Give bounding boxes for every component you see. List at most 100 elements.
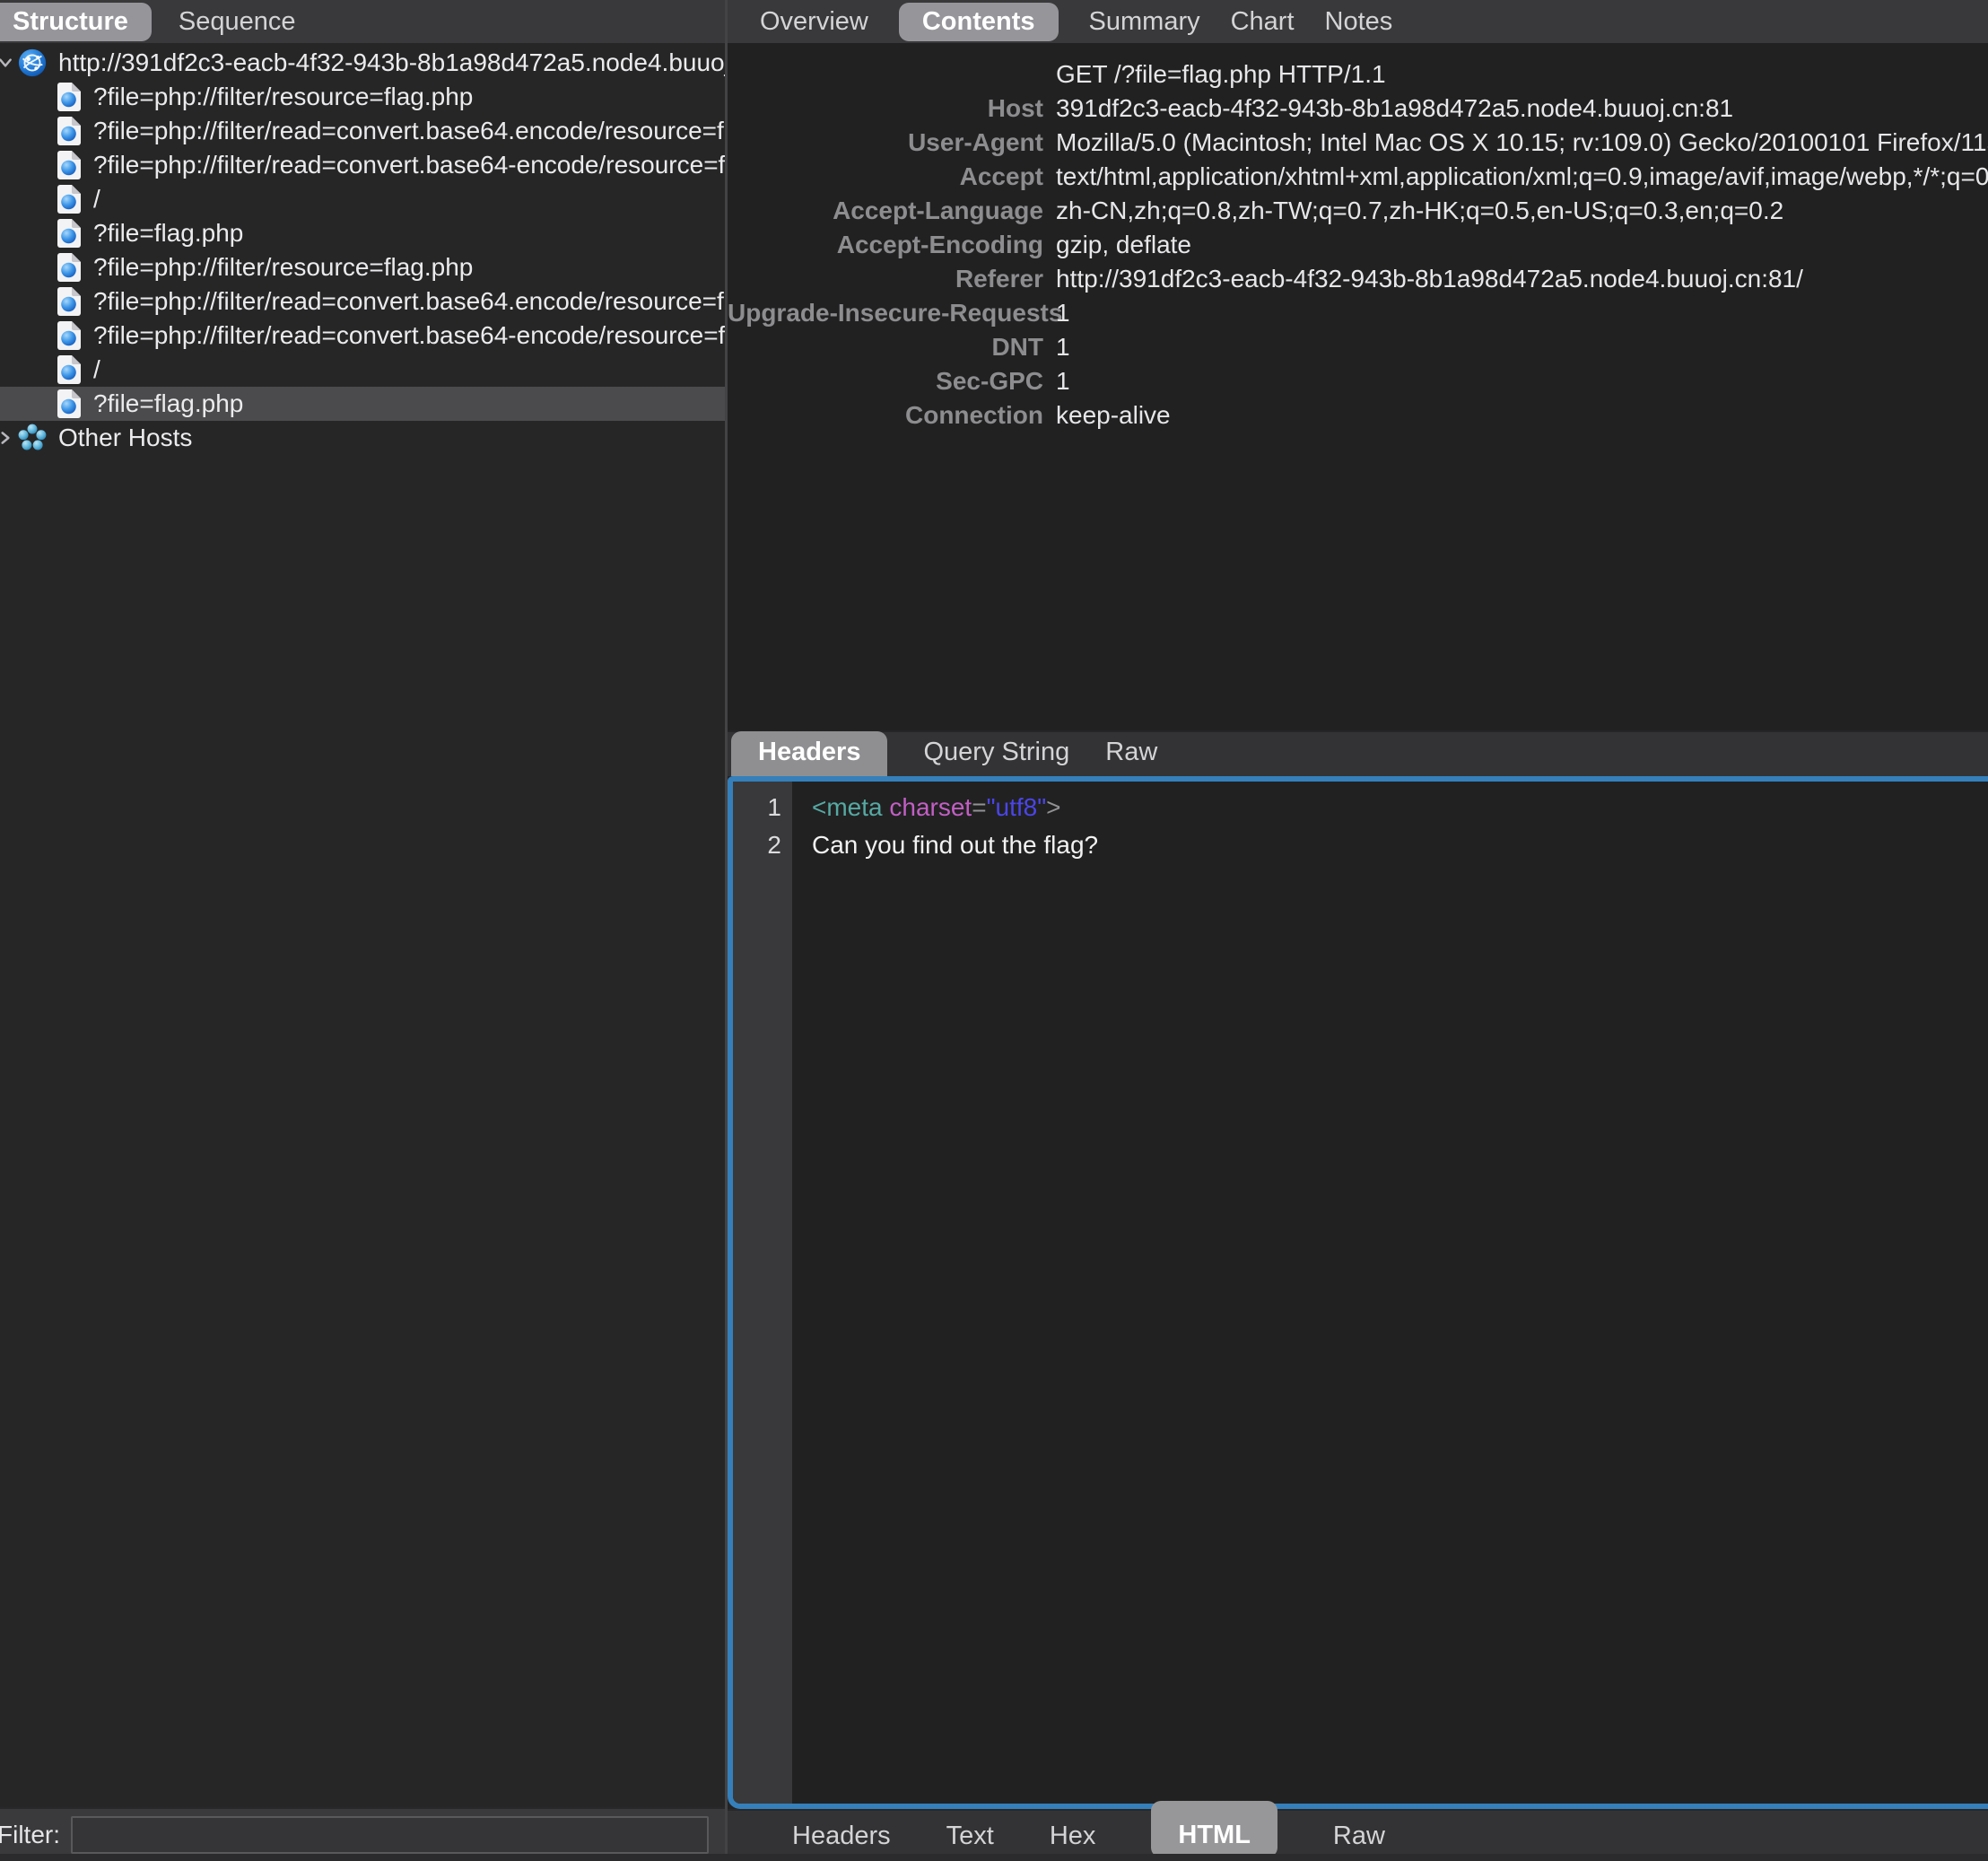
header-value: text/html,application/xhtml+xml,applicat…: [1056, 162, 1988, 191]
document-icon: [57, 185, 81, 214]
document-icon: [57, 117, 81, 145]
request-view-tab-headers[interactable]: Headers: [731, 731, 887, 776]
tree-root-host[interactable]: http://391df2c3-eacb-4f32-943b-8b1a98d47…: [0, 46, 725, 80]
panel-split-handle[interactable]: [725, 0, 728, 1861]
tree-item[interactable]: ?file=php://filter/read=convert.base64.e…: [0, 284, 725, 319]
header-name: Sec-GPC: [728, 367, 1043, 396]
header-value: 1: [1056, 333, 1070, 362]
other-hosts-label: Other Hosts: [58, 424, 192, 452]
response-view-tab-text[interactable]: Text: [946, 1822, 994, 1851]
document-icon: [57, 389, 81, 418]
header-row: Connection keep-alive: [728, 398, 1988, 432]
tree-item-label: ?file=flag.php: [93, 389, 243, 418]
document-icon: [57, 321, 81, 350]
code-text: Can you find out the flag?: [792, 826, 1098, 864]
header-row: Accept-Encoding gzip, deflate: [728, 228, 1988, 262]
tree-item[interactable]: /: [0, 182, 725, 216]
line-number: 1: [733, 789, 792, 826]
tab-overview[interactable]: Overview: [760, 7, 868, 37]
header-name: DNT: [728, 333, 1043, 362]
tree-item[interactable]: /: [0, 353, 725, 387]
header-value: 1: [1056, 367, 1070, 396]
document-icon: [57, 151, 81, 179]
proxy-app-window: Structure Sequence http://391df2c3-eacb-4…: [0, 0, 1988, 1861]
window-bottom-edge: [0, 1854, 1988, 1861]
tree-item[interactable]: ?file=php://filter/read=convert.base64-e…: [0, 319, 725, 353]
cluster-icon: [17, 423, 48, 453]
header-name: Accept: [728, 162, 1043, 191]
document-icon: [57, 253, 81, 282]
header-name: User-Agent: [728, 128, 1043, 157]
tree-other-hosts[interactable]: Other Hosts: [0, 421, 725, 455]
header-value: gzip, deflate: [1056, 231, 1191, 259]
response-view-tab-raw[interactable]: Raw: [1333, 1822, 1385, 1851]
tree-item[interactable]: ?file=php://filter/read=convert.base64-e…: [0, 148, 725, 182]
header-name: Connection: [728, 401, 1043, 430]
document-icon: [57, 287, 81, 316]
header-value: http://391df2c3-eacb-4f32-943b-8b1a98d47…: [1056, 265, 1803, 293]
tree-item-label: /: [93, 185, 100, 214]
chevron-down-icon[interactable]: [0, 55, 13, 71]
header-row: Sec-GPC 1: [728, 364, 1988, 398]
document-icon: [57, 83, 81, 111]
document-icon: [57, 355, 81, 384]
header-row: DNT 1: [728, 330, 1988, 364]
globe-icon: [17, 48, 48, 78]
header-name: Accept-Encoding: [728, 231, 1043, 259]
tree-item[interactable]: ?file=php://filter/resource=flag.php: [0, 80, 725, 114]
header-value: keep-alive: [1056, 401, 1171, 430]
request-headers-view: GET /?file=flag.php HTTP/1.1Host 391df2c3…: [728, 43, 1988, 730]
filter-bar: Filter:: [0, 1807, 725, 1861]
request-view-tab-raw[interactable]: Raw: [1105, 738, 1157, 767]
tab-summary[interactable]: Summary: [1089, 7, 1200, 37]
tab-chart[interactable]: Chart: [1231, 7, 1295, 37]
response-view-tab-hex[interactable]: Hex: [1050, 1822, 1096, 1851]
header-value: zh-CN,zh;q=0.8,zh-TW;q=0.7,zh-HK;q=0.5,e…: [1056, 197, 1783, 225]
tab-structure[interactable]: Structure: [0, 3, 152, 41]
structure-tree: http://391df2c3-eacb-4f32-943b-8b1a98d47…: [0, 43, 725, 1807]
header-row: Host 391df2c3-eacb-4f32-943b-8b1a98d472a5…: [728, 92, 1988, 126]
right-panel: Overview Contents Summary Chart Notes GET /?…: [728, 0, 1988, 1861]
header-name: Host: [728, 94, 1043, 123]
code-text: <meta charset="utf8">: [792, 789, 1061, 826]
tab-notes[interactable]: Notes: [1325, 7, 1393, 37]
code-line: 2Can you find out the flag?: [733, 826, 1988, 864]
header-row: Upgrade-Insecure-Requests1: [728, 296, 1988, 330]
request-line-row: GET /?file=flag.php HTTP/1.1: [728, 57, 1988, 92]
request-view-tabbar: Headers Query String Raw: [728, 730, 1988, 776]
header-value: 391df2c3-eacb-4f32-943b-8b1a98d472a5.nod…: [1056, 94, 1733, 123]
header-name: Accept-Language: [728, 197, 1043, 225]
tree-item[interactable]: ?file=php://filter/read=convert.base64.e…: [0, 114, 725, 148]
tree-item-label: /: [93, 355, 100, 384]
header-row: User-Agent Mozilla/5.0 (Macintosh; Intel …: [728, 126, 1988, 160]
tree-item-label: ?file=php://filter/read=convert.base64-e…: [93, 321, 725, 350]
header-value: Mozilla/5.0 (Macintosh; Intel Mac OS X 1…: [1056, 128, 1988, 157]
line-number: 2: [733, 826, 792, 864]
tree-item[interactable]: ?file=flag.php: [0, 387, 725, 421]
tree-item-label: ?file=php://filter/read=convert.base64-e…: [93, 151, 725, 179]
response-view-tab-headers[interactable]: Headers: [792, 1822, 891, 1851]
header-row: Accept-Language zh-CN,zh;q=0.8,zh-TW;q=0.…: [728, 194, 1988, 228]
chevron-right-icon[interactable]: [0, 430, 13, 446]
code-token: =: [972, 793, 986, 821]
tree-item-label: ?file=php://filter/read=convert.base64.e…: [93, 117, 725, 145]
response-body-editor[interactable]: 1<meta charset="utf8">2Can you find out …: [728, 776, 1988, 1809]
tree-item[interactable]: ?file=flag.php: [0, 216, 725, 250]
tree-item-label: ?file=php://filter/resource=flag.php: [93, 253, 473, 282]
left-tabbar: Structure Sequence: [0, 0, 725, 43]
response-body-code: 1<meta charset="utf8">2Can you find out …: [733, 782, 1988, 1804]
response-view-tab-html[interactable]: HTML: [1151, 1815, 1277, 1857]
header-name: Referer: [728, 265, 1043, 293]
tree-item[interactable]: ?file=php://filter/resource=flag.php: [0, 250, 725, 284]
tree-item-label: ?file=php://filter/read=convert.base64.e…: [93, 287, 725, 316]
filter-input[interactable]: [71, 1816, 709, 1854]
tab-contents[interactable]: Contents: [899, 3, 1059, 41]
tab-sequence[interactable]: Sequence: [179, 7, 296, 37]
header-value: 1: [1056, 299, 1070, 328]
code-token: "utf8": [987, 793, 1047, 821]
request-view-tab-query-string[interactable]: Query String: [923, 738, 1069, 767]
filter-label: Filter:: [0, 1821, 71, 1849]
contents-tabbar: Overview Contents Summary Chart Notes: [728, 0, 1988, 43]
tree-item-label: ?file=flag.php: [93, 219, 243, 248]
code-token: >: [1046, 793, 1060, 821]
